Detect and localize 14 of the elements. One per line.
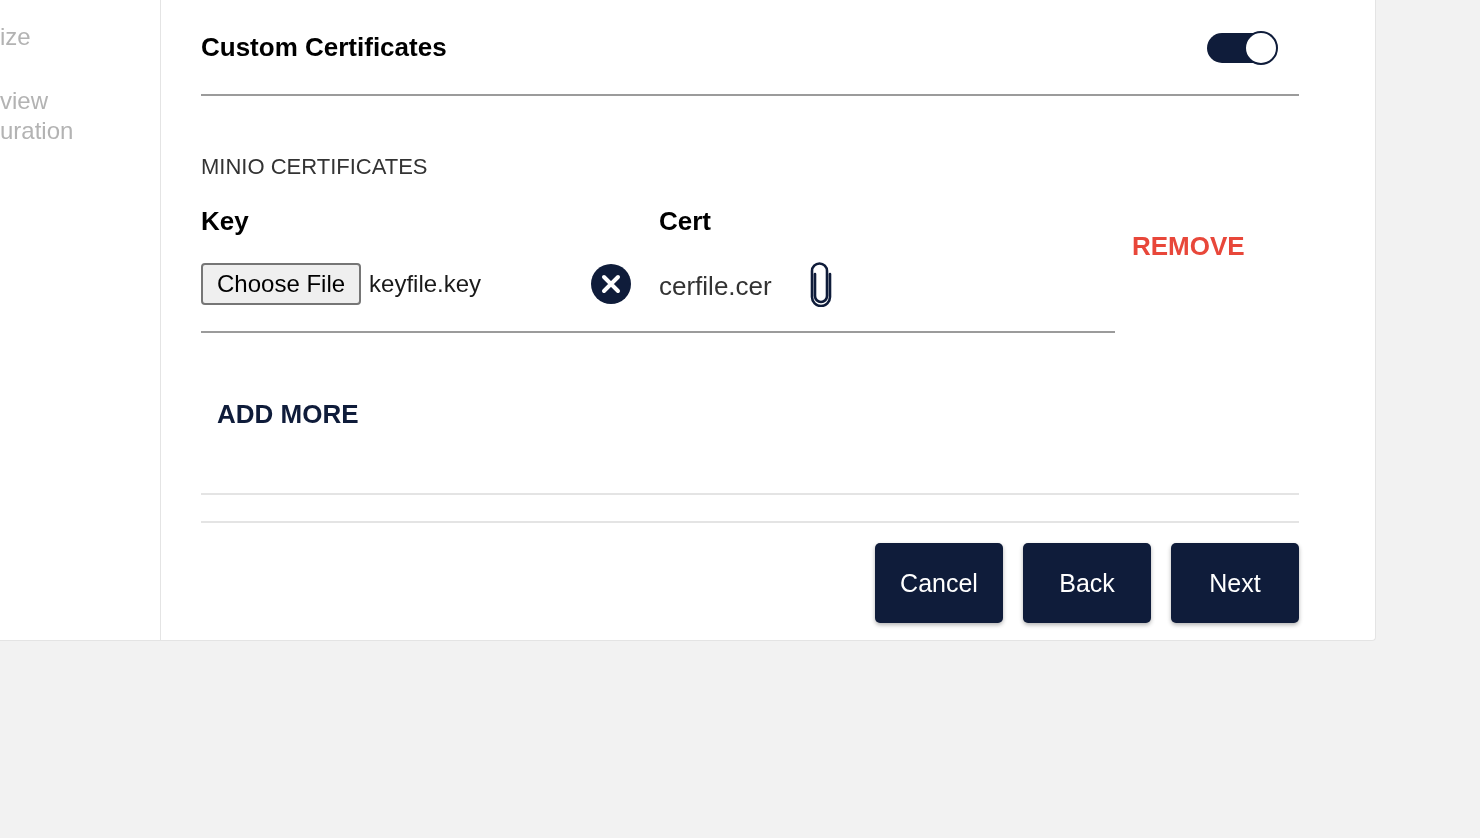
file-name: keyfile.key bbox=[369, 270, 482, 298]
key-label: Key bbox=[201, 206, 249, 236]
wizard-button[interactable]: Back bbox=[1023, 543, 1151, 623]
section-heading: MINIO CERTIFICATES bbox=[201, 154, 428, 180]
wizard-button[interactable]: Cancel bbox=[875, 543, 1003, 623]
wizard-button[interactable]: Next bbox=[1171, 543, 1299, 623]
clear-icon[interactable] bbox=[591, 264, 631, 304]
add-more-button[interactable]: ADD MORE bbox=[201, 391, 375, 437]
remove-button[interactable]: REMOVE bbox=[1132, 231, 1245, 261]
cert-label: Cert bbox=[659, 206, 711, 236]
toggle-switch[interactable] bbox=[1207, 31, 1278, 65]
file-name: cerfile.cer bbox=[659, 270, 772, 302]
choose-file-button[interactable]: Choose File bbox=[201, 263, 362, 305]
section-title: Custom Certificates bbox=[201, 31, 447, 63]
